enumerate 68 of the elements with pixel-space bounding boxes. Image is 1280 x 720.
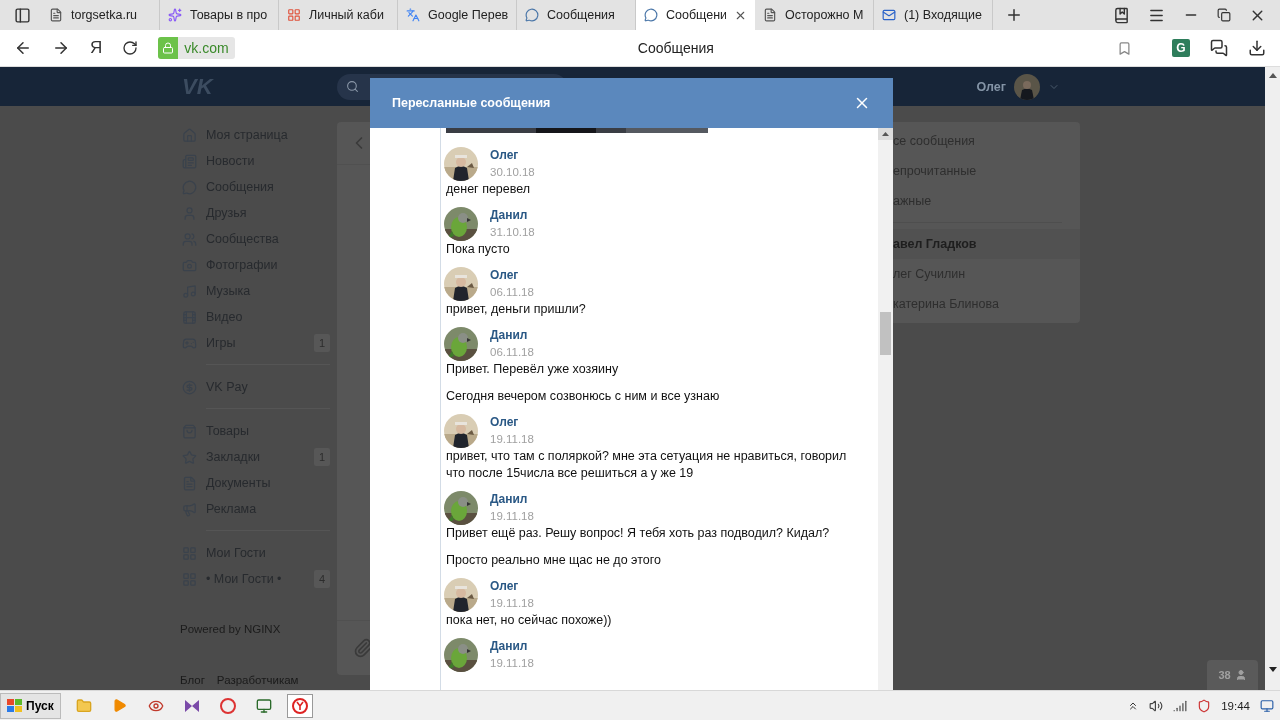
sparkle-icon bbox=[168, 8, 182, 22]
message-text: привет, что там с поляркой? мне эта сетуация не нравиться, говорил что после 15числа все решиться а у же 19 bbox=[446, 448, 848, 482]
chat-icon bbox=[644, 8, 658, 22]
author-name[interactable]: Данил bbox=[490, 208, 535, 222]
author-name[interactable]: Олег bbox=[490, 579, 534, 593]
message-date: 19.11.18 bbox=[490, 510, 534, 522]
home-button[interactable]: Я bbox=[90, 38, 103, 58]
message-text: пока нет, но сейчас похоже)) bbox=[446, 612, 613, 629]
search-icon bbox=[346, 80, 359, 93]
browser-tab[interactable]: Сообщени bbox=[636, 0, 755, 30]
message-date: 19.11.18 bbox=[490, 433, 534, 445]
translate-icon bbox=[406, 8, 420, 22]
paperclip-icon[interactable] bbox=[353, 638, 373, 658]
dialog-title: Пересланные сообщения bbox=[392, 96, 551, 110]
back-icon[interactable] bbox=[14, 39, 32, 57]
chat-icon bbox=[525, 8, 539, 22]
lock-icon bbox=[162, 42, 175, 54]
clock: 19:44 bbox=[1221, 699, 1250, 712]
address-field[interactable]: vk.com bbox=[158, 37, 235, 59]
sidebar-toggle-icon[interactable] bbox=[14, 6, 31, 24]
bookmarks-icon[interactable] bbox=[1113, 6, 1130, 24]
scroll-down-icon[interactable] bbox=[1268, 667, 1277, 672]
start-button[interactable]: Пуск bbox=[0, 692, 61, 719]
user-name[interactable]: Олег bbox=[976, 79, 1006, 94]
restore-icon[interactable] bbox=[1217, 8, 1231, 22]
message-text: Сегодня вечером созвонюсь с ним и все узнаю bbox=[446, 388, 721, 405]
download-icon[interactable] bbox=[1248, 39, 1266, 57]
message-date: 30.10.18 bbox=[490, 166, 535, 178]
document-icon bbox=[49, 8, 63, 22]
chat-icon[interactable] bbox=[1210, 39, 1228, 57]
speaker-icon[interactable] bbox=[1149, 698, 1164, 713]
new-tab-icon[interactable] bbox=[1005, 6, 1023, 24]
message-text: денег перевел bbox=[446, 181, 532, 198]
shield-icon[interactable] bbox=[1197, 698, 1212, 713]
online-counter[interactable]: 38 bbox=[1207, 660, 1258, 690]
message-date: 19.11.18 bbox=[490, 597, 534, 609]
forward-icon[interactable] bbox=[52, 39, 70, 57]
message-text: Просто реально мне щас не до этого bbox=[446, 552, 662, 569]
signal-icon[interactable] bbox=[1173, 698, 1188, 713]
message-text: привет, деньги пришли? bbox=[446, 301, 587, 318]
dots-icon bbox=[287, 8, 301, 22]
scroll-thumb[interactable] bbox=[880, 312, 891, 355]
author-name[interactable]: Данил bbox=[490, 328, 534, 342]
author-name[interactable]: Олег bbox=[490, 415, 534, 429]
windows-logo-icon bbox=[7, 698, 23, 713]
document-icon bbox=[763, 8, 777, 22]
author-name[interactable]: Олег bbox=[490, 148, 535, 162]
page-title: Сообщения bbox=[636, 40, 715, 56]
author-name[interactable]: Данил bbox=[490, 639, 534, 653]
desktop-icon[interactable] bbox=[1260, 698, 1274, 713]
extension-button[interactable]: G bbox=[1172, 39, 1190, 57]
message-date: 06.11.18 bbox=[490, 346, 534, 358]
scroll-up-icon[interactable] bbox=[878, 128, 893, 140]
message-date: 06.11.18 bbox=[490, 286, 534, 298]
person-icon bbox=[1234, 669, 1247, 681]
message-date: 31.10.18 bbox=[490, 226, 535, 238]
scrollbar[interactable] bbox=[1265, 67, 1280, 690]
reload-icon[interactable] bbox=[122, 40, 139, 56]
message-text: Привет. Перевёл уже хозяину bbox=[446, 361, 620, 378]
scrollbar[interactable] bbox=[878, 128, 893, 690]
message-text: Пока пусто bbox=[446, 241, 511, 258]
bookmark-icon[interactable] bbox=[1117, 40, 1132, 56]
message-text: Привет ещё раз. Решу вопрос! Я тебя хоть раз подводил? Кидал? bbox=[446, 525, 831, 542]
author-name[interactable]: Данил bbox=[490, 492, 534, 506]
message-date: 19.11.18 bbox=[490, 657, 534, 669]
scroll-up-icon[interactable] bbox=[1268, 73, 1277, 78]
author-name[interactable]: Олег bbox=[490, 268, 534, 282]
mail-icon bbox=[882, 8, 896, 22]
